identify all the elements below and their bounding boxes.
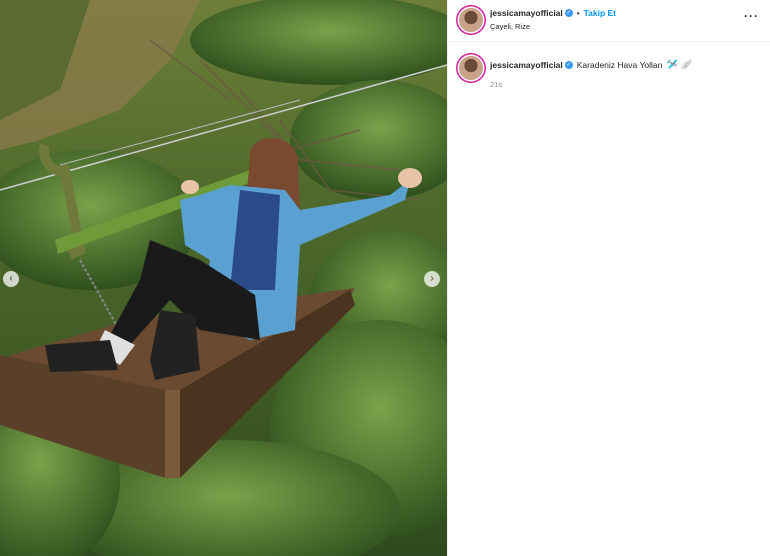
caption-emojis: 🛩️ 🪽: [666, 59, 692, 69]
caption-line: jessicamayofficial ✓ Karadeniz Hava Yoll…: [490, 59, 692, 70]
tea-plantation-photo: [0, 0, 447, 556]
header-user-line: jessicamayofficial ✓ • Takip Et: [490, 8, 616, 18]
verified-badge-icon: ✓: [564, 9, 573, 17]
post-sidebar: jessicamayofficial ✓ • Takip Et Çayeli, …: [447, 0, 770, 556]
follow-button[interactable]: Takip Et: [584, 8, 616, 18]
caption-text: Karadeniz Hava Yolları: [576, 59, 663, 70]
chevron-right-icon: ›: [430, 273, 434, 284]
username-link[interactable]: jessicamayofficial: [490, 8, 563, 18]
caption-username-link[interactable]: jessicamayofficial: [490, 60, 563, 70]
post-image[interactable]: ‹ ›: [0, 0, 447, 556]
caption-avatar[interactable]: [459, 56, 483, 80]
verified-badge-icon: ✓: [564, 60, 573, 69]
carousel-prev-button[interactable]: ‹: [3, 271, 19, 287]
more-options-icon[interactable]: ···: [744, 9, 759, 23]
separator-dot: •: [576, 8, 580, 18]
chevron-left-icon: ‹: [9, 273, 13, 284]
avatar[interactable]: [459, 8, 483, 32]
location-link[interactable]: Çayeli, Rize: [490, 22, 530, 31]
post-header: jessicamayofficial ✓ • Takip Et Çayeli, …: [448, 0, 770, 42]
post-timestamp[interactable]: 21s: [490, 80, 502, 89]
carousel-next-button[interactable]: ›: [424, 271, 440, 287]
